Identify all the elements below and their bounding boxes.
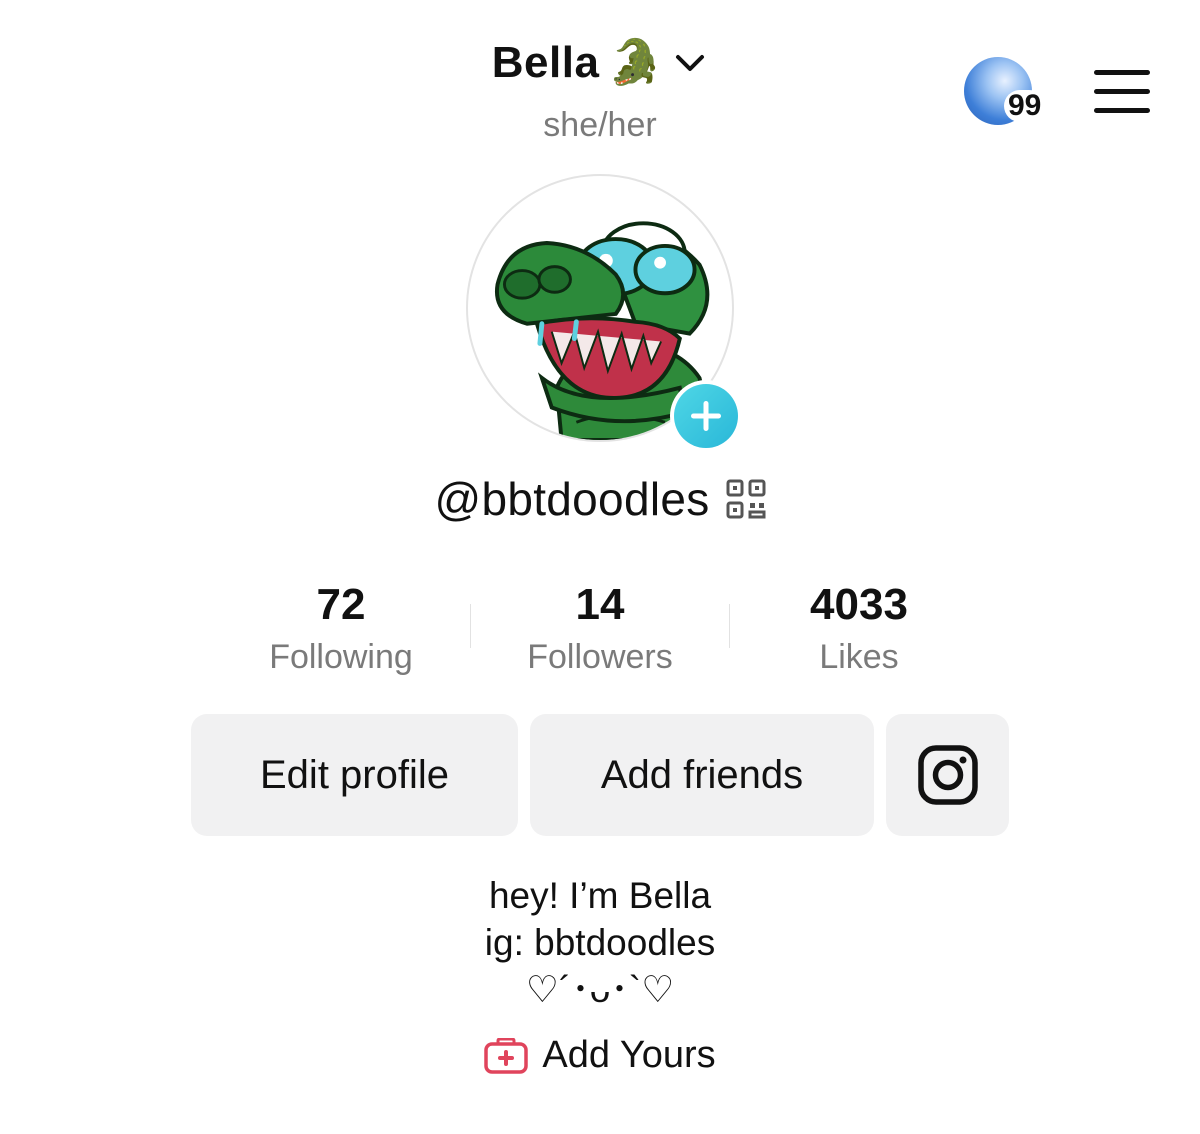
stat-likes[interactable]: 4033 Likes (730, 578, 988, 677)
username: @bbtdoodles (434, 473, 710, 525)
chevron-down-icon[interactable] (672, 45, 708, 81)
stat-following[interactable]: 72 Following (212, 578, 470, 677)
stat-label: Likes (819, 638, 899, 676)
instagram-button[interactable] (886, 714, 1009, 836)
add-friends-button[interactable]: Add friends (530, 714, 874, 836)
stat-value: 4033 (810, 580, 908, 629)
instagram-icon (917, 745, 978, 805)
qr-code-icon[interactable] (726, 479, 766, 519)
bio-line: ♡´･ᴗ･`♡ (525, 969, 675, 1010)
bio-line: ig: bbtdoodles (484, 922, 716, 963)
plus-icon (691, 401, 721, 431)
stat-value: 72 (316, 580, 366, 629)
profile-stats: 72 Following 14 Followers 4033 Likes (212, 578, 988, 677)
edit-profile-button[interactable]: Edit profile (191, 714, 518, 836)
display-name: Bella (491, 38, 600, 87)
bio-line: hey! I’m Bella (488, 875, 712, 916)
menu-icon[interactable] (1094, 70, 1150, 114)
stat-followers[interactable]: 14 Followers (471, 578, 729, 677)
add-yours-link[interactable]: Add Yours (0, 1034, 1200, 1077)
bio: hey! I’m Bella ig: bbtdoodles ♡´･ᴗ･`♡ (0, 872, 1200, 1013)
add-yours-label: Add Yours (542, 1034, 716, 1076)
add-story-button[interactable] (670, 380, 742, 452)
stat-value: 14 (575, 580, 625, 629)
add-yours-icon (484, 1037, 529, 1074)
stat-label: Following (269, 638, 413, 676)
stat-label: Followers (527, 638, 673, 676)
notification-count-badge: 99 (1004, 90, 1046, 122)
crocodile-emoji: 🐊 (607, 38, 663, 87)
